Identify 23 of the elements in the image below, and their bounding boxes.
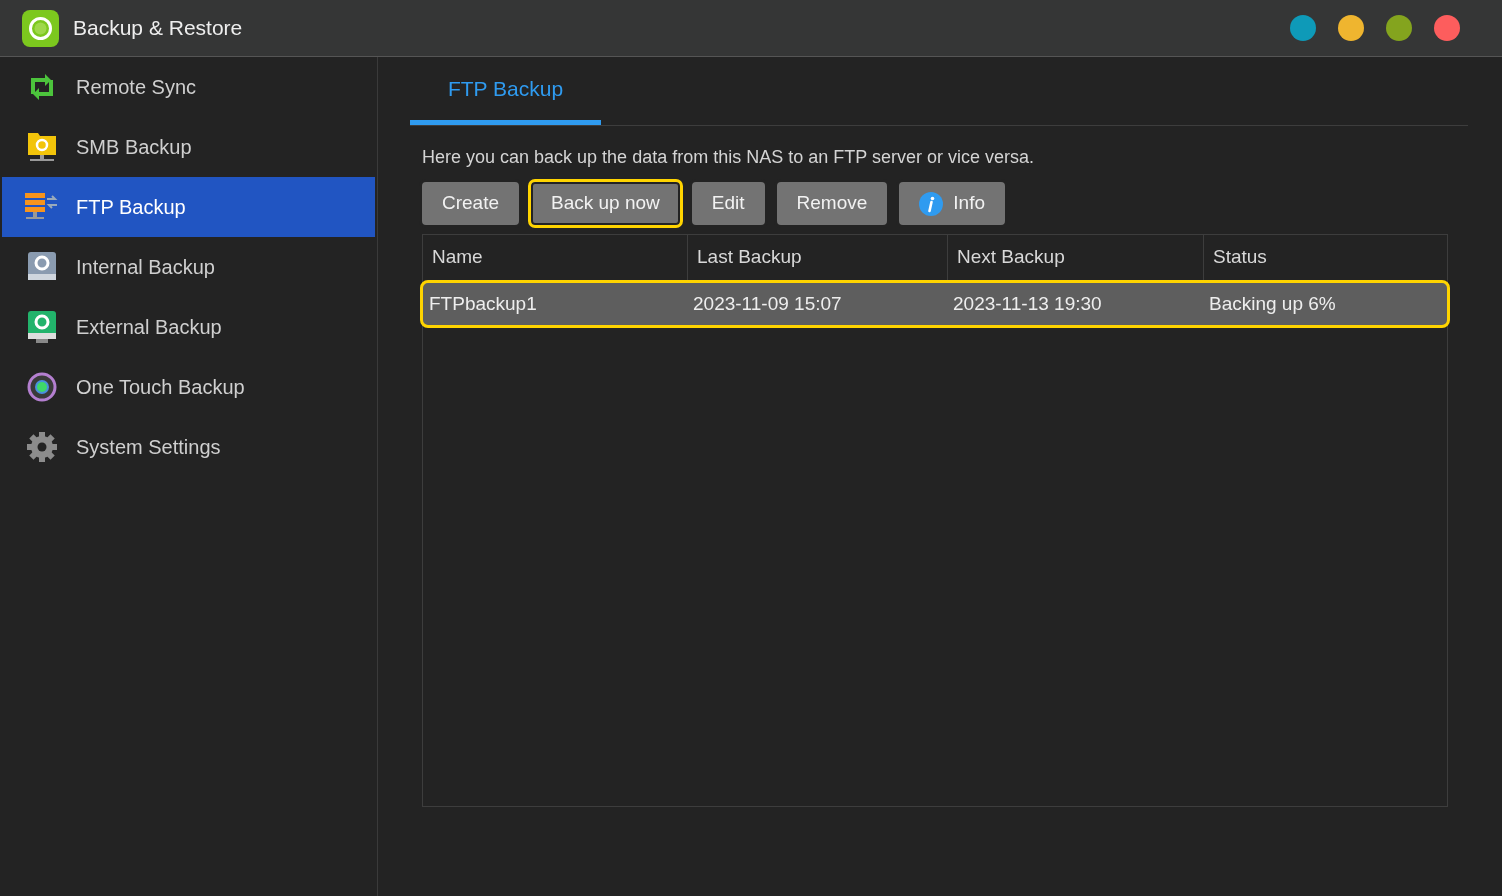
table-row[interactable]: FTPbackup1 2023-11-09 15:07 2023-11-13 19:30 Backing up 6% [420, 280, 1450, 328]
external-drive-icon [26, 309, 58, 345]
sidebar-item[interactable]: External Backup [2, 297, 375, 357]
sidebar-item[interactable]: Remote Sync [2, 57, 375, 117]
sidebar-item[interactable]: FTP Backup [2, 177, 375, 237]
folder-icon [27, 130, 57, 164]
table-cell-text: 2023-11-09 15:07 [692, 291, 843, 316]
target-button-icon [26, 371, 58, 403]
sidebar-item[interactable]: One Touch Backup [2, 357, 375, 417]
window-title: Backup & Restore [73, 15, 243, 42]
description-text: Here you can back up the data from this NAS to an FTP server or vice versa. [422, 146, 1035, 169]
app-logo-icon [22, 9, 59, 47]
sidebar-item[interactable]: SMB Backup [2, 117, 375, 177]
table-cell-text: 2023-11-13 19:30 [952, 291, 1103, 316]
info-icon [919, 191, 944, 216]
table-cell-text: Backing up 6% [1208, 291, 1337, 316]
toolbar-button[interactable]: Back up now [528, 179, 683, 228]
settings-icon [26, 431, 58, 463]
sidebar-item[interactable]: Internal Backup [2, 237, 375, 297]
tab[interactable]: FTP Backup [410, 57, 601, 125]
sidebar-item[interactable]: System Settings [2, 417, 375, 477]
column-header[interactable]: Name [423, 235, 687, 280]
table-cell-text: FTPbackup1 [428, 291, 538, 316]
